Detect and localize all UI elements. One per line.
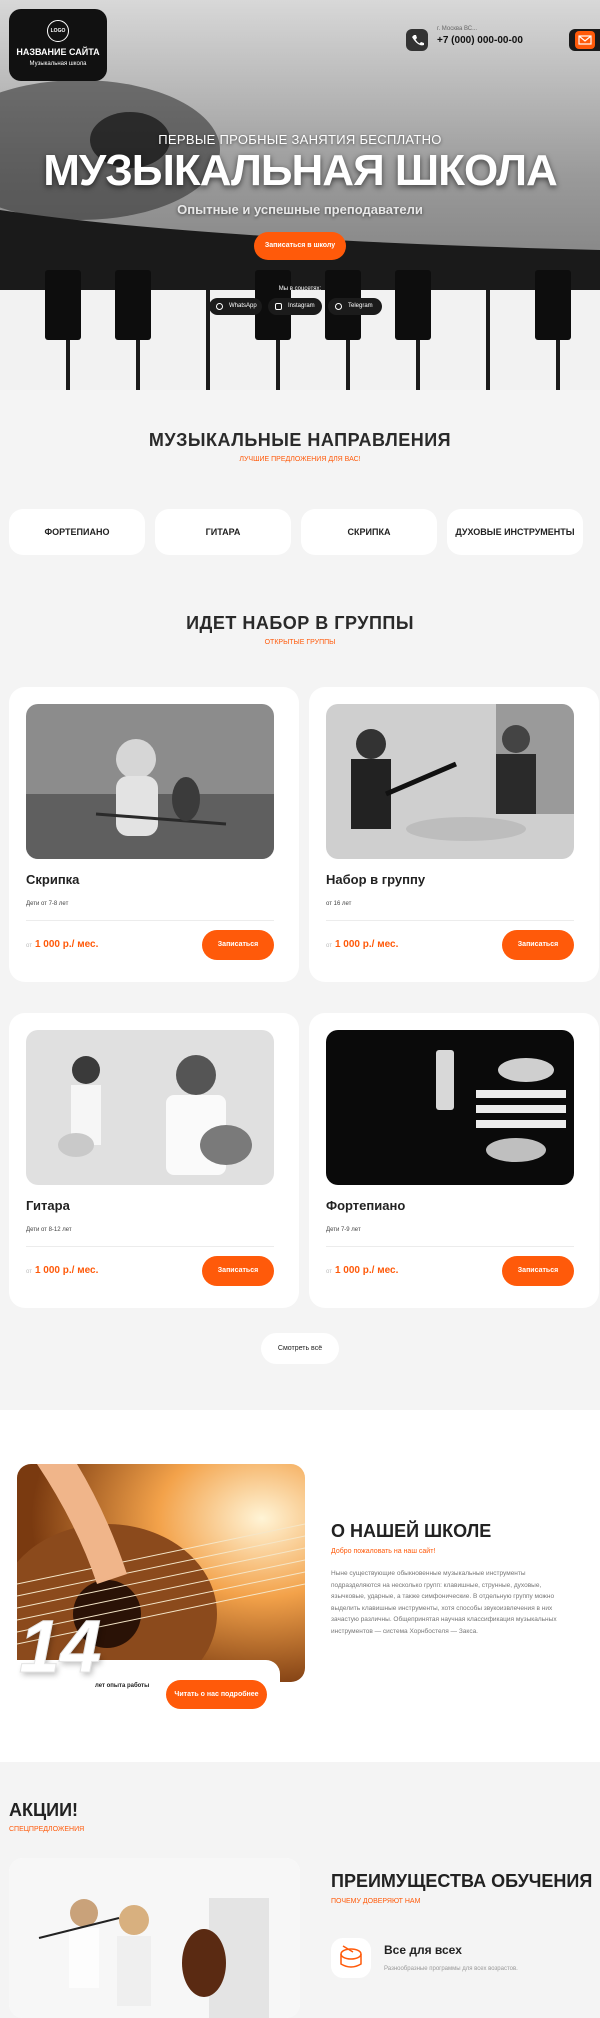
about-more-button[interactable]: Читать о нас подробнее [166, 1680, 267, 1709]
hero-pretitle: ПЕРВЫЕ ПРОБНЫЕ ЗАНЯТИЯ БЕСПЛАТНО [158, 132, 442, 147]
promo-image-children-violin [9, 1858, 300, 2018]
advantage-title: Все для всех [384, 1943, 462, 1957]
direction-wind[interactable]: ДУХОВЫЕ ИНСТРУМЕНТЫ [447, 509, 583, 555]
mail-button[interactable] [569, 29, 600, 51]
experience-years: 14 [18, 1605, 102, 1689]
card-title: Фортепиано [326, 1198, 406, 1213]
telegram-button[interactable]: Telegram [328, 298, 382, 315]
card-image-band [326, 704, 574, 859]
header-city: г. Москва ВС... [437, 26, 478, 32]
experience-label: лет опыта работы [95, 1683, 150, 1689]
site-subtitle: Музыкальная школа [29, 61, 87, 67]
see-all-button[interactable]: Смотреть всё [261, 1333, 339, 1364]
card-price: от 1 000 р./ мес. [326, 939, 399, 950]
whatsapp-icon [216, 303, 223, 310]
card-divider [26, 920, 274, 921]
hero-title: МУЗЫКАЛЬНАЯ ШКОЛА [43, 146, 558, 195]
site-name: НАЗВАНИЕ САЙТА [16, 47, 100, 57]
card-title: Набор в группу [326, 872, 426, 887]
phone-icon[interactable] [406, 29, 428, 51]
group-card: Скрипка Дети от 7-8 лет от 1 000 р./ мес.… [9, 687, 299, 982]
telegram-icon [335, 303, 342, 310]
card-age: от 16 лет [326, 901, 352, 907]
card-title: Гитара [26, 1198, 70, 1213]
direction-guitar[interactable]: ГИТАРА [155, 509, 291, 555]
card-signup-button[interactable]: Записаться [502, 930, 574, 960]
mail-icon [575, 31, 595, 49]
card-price: от 1 000 р./ мес. [326, 1265, 399, 1276]
whatsapp-button[interactable]: WhatsApp [209, 298, 262, 315]
about-subtitle: Добро пожаловать на наш сайт! [331, 1548, 436, 1555]
promo-title: АКЦИИ! [9, 1800, 79, 1820]
advantages-title: ПРЕИМУЩЕСТВА ОБУЧЕНИЯ [331, 1871, 593, 1891]
group-card: Набор в группу от 16 лет от 1 000 р./ мес… [309, 687, 599, 982]
advantage-text: Разнообразные программы для всех возраст… [384, 1966, 518, 1972]
card-image-violin [26, 704, 274, 859]
card-divider [326, 920, 574, 921]
card-signup-button[interactable]: Записаться [202, 930, 274, 960]
card-price: от 1 000 р./ мес. [26, 939, 99, 950]
card-divider [26, 1246, 274, 1247]
card-age: Дети от 8-12 лет [26, 1227, 72, 1233]
card-signup-button[interactable]: Записаться [502, 1256, 574, 1286]
group-card: Гитара Дети от 8-12 лет от 1 000 р./ мес.… [9, 1013, 299, 1308]
groups-subtitle: ОТКРЫТЫЕ ГРУППЫ [264, 639, 336, 646]
promo-subtitle: СПЕЦПРЕДЛОЖЕНИЯ [9, 1826, 85, 1833]
instagram-icon [275, 303, 282, 310]
hero-section: LOGO НАЗВАНИЕ САЙТА Музыкальная школа г.… [0, 0, 600, 390]
social-label: Мы в соцсетях: [278, 286, 322, 292]
logo-mark: LOGO [47, 20, 69, 42]
about-text: Ныне существующие обыкновенные музыкальн… [331, 1570, 557, 1635]
drum-icon [331, 1938, 371, 1978]
about-title: О НАШЕЙ ШКОЛЕ [331, 1521, 492, 1541]
card-image-guitar [26, 1030, 274, 1185]
advantages-subtitle: ПОЧЕМУ ДОВЕРЯЮТ НАМ [331, 1898, 421, 1905]
directions-subtitle: ЛУЧШИЕ ПРЕДЛОЖЕНИЯ ДЛЯ ВАС! [239, 456, 361, 463]
card-title: Скрипка [26, 872, 80, 887]
group-card: Фортепиано Дети 7-9 лет от 1 000 р./ мес.… [309, 1013, 599, 1308]
promo-card[interactable] [9, 1858, 300, 2018]
header-phone[interactable]: +7 (000) 000-00-00 [437, 35, 523, 46]
direction-piano[interactable]: ФОРТЕПИАНО [9, 509, 145, 555]
card-price: от 1 000 р./ мес. [26, 1265, 99, 1276]
card-image-piano [326, 1030, 574, 1185]
card-signup-button[interactable]: Записаться [202, 1256, 274, 1286]
groups-title: ИДЕТ НАБОР В ГРУППЫ [186, 613, 414, 633]
card-age: Дети 7-9 лет [326, 1227, 361, 1233]
hero-subtitle: Опытные и успешные преподаватели [177, 202, 423, 217]
card-age: Дети от 7-8 лет [26, 901, 69, 907]
instagram-button[interactable]: Instagram [268, 298, 322, 315]
card-divider [326, 1246, 574, 1247]
site-logo[interactable]: LOGO НАЗВАНИЕ САЙТА Музыкальная школа [9, 9, 107, 81]
directions-title: МУЗЫКАЛЬНЫЕ НАПРАВЛЕНИЯ [148, 430, 452, 450]
direction-violin[interactable]: СКРИПКА [301, 509, 437, 555]
hero-cta-button[interactable]: Записаться в школу [254, 232, 346, 260]
